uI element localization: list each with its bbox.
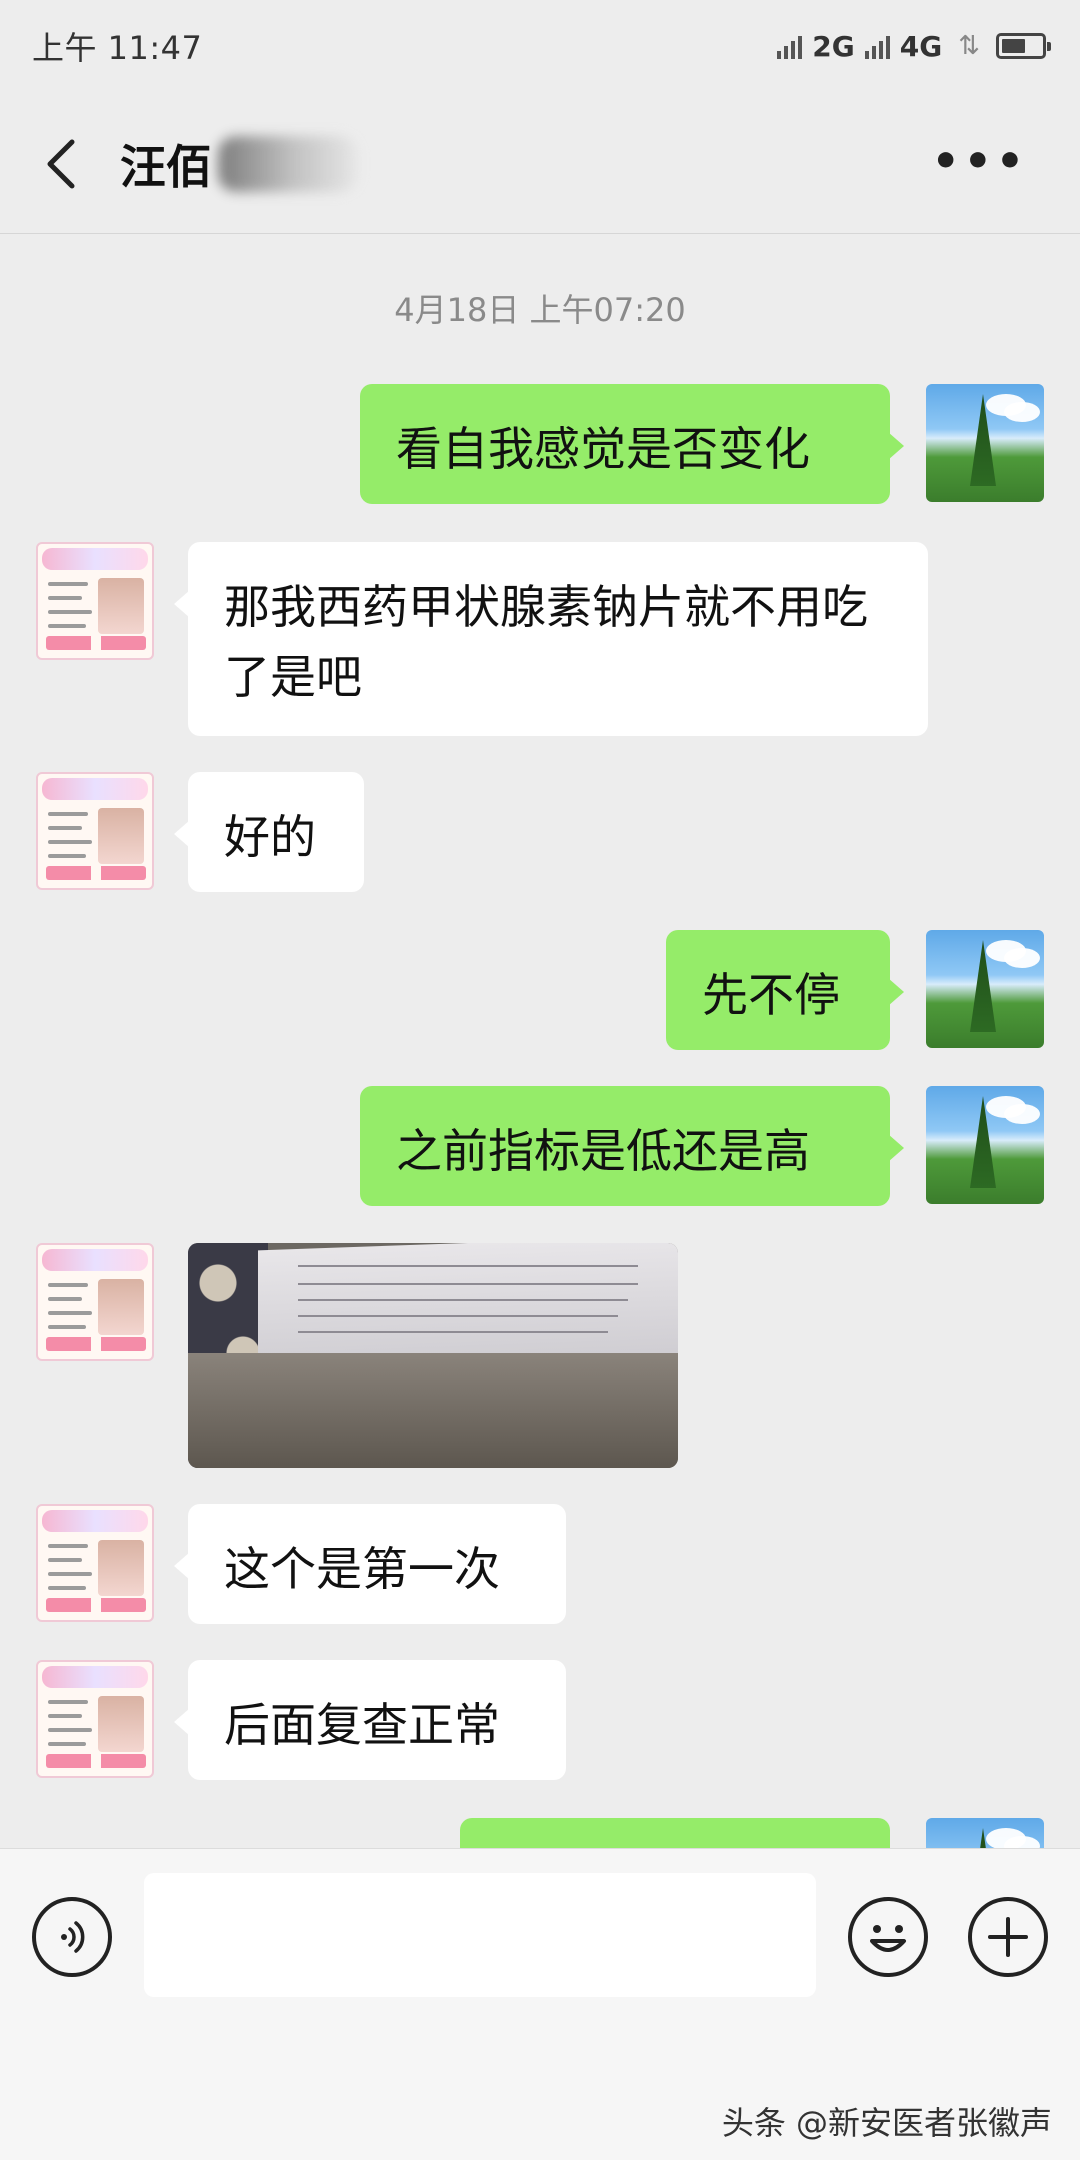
message-bubble-outgoing[interactable]: 之前指标是低还是高 [360,1086,904,1206]
plus-icon[interactable] [968,1897,1048,1977]
input-bar: 头条 @新安医者张徽声 [0,1848,1080,2160]
contact-avatar[interactable] [36,772,154,890]
watermark-text: 头条 @新安医者张徽声 [721,2104,1052,2142]
message-bubble-outgoing[interactable]: 看自我感觉是否变化 [360,384,904,504]
my-avatar[interactable] [926,930,1044,1048]
message-bubble-incoming[interactable]: 好的 [174,772,364,892]
message-list[interactable]: 4月18日 上午07:20 看自我感觉是否变化 那我西药甲状腺素钠片就不用吃了是… [0,0,1080,1848]
message-input[interactable] [144,1873,816,1997]
my-avatar[interactable] [926,1818,1044,1848]
contact-avatar[interactable] [36,1504,154,1622]
image-message-lab-report[interactable] [188,1243,678,1468]
message-timestamp: 4月18日 上午07:20 [394,291,686,329]
my-avatar[interactable] [926,1086,1044,1204]
voice-icon[interactable] [32,1897,112,1977]
contact-avatar[interactable] [36,542,154,660]
message-bubble-incoming[interactable]: 这个是第一次 [174,1504,566,1624]
message-bubble-outgoing[interactable]: 先不停 [666,930,904,1050]
message-bubble-incoming[interactable]: 后面复查正常 [174,1660,566,1780]
contact-avatar[interactable] [36,1243,154,1361]
voice-waves-icon [61,1921,85,1953]
plus-cross-icon [988,1917,1028,1957]
smiley-face-icon [870,1925,906,1952]
message-bubble-outgoing[interactable] [460,1818,890,1848]
contact-avatar[interactable] [36,1660,154,1778]
my-avatar[interactable] [926,384,1044,502]
message-bubble-incoming[interactable]: 那我西药甲状腺素钠片就不用吃了是吧 [174,542,928,736]
emoji-icon[interactable] [848,1897,928,1977]
